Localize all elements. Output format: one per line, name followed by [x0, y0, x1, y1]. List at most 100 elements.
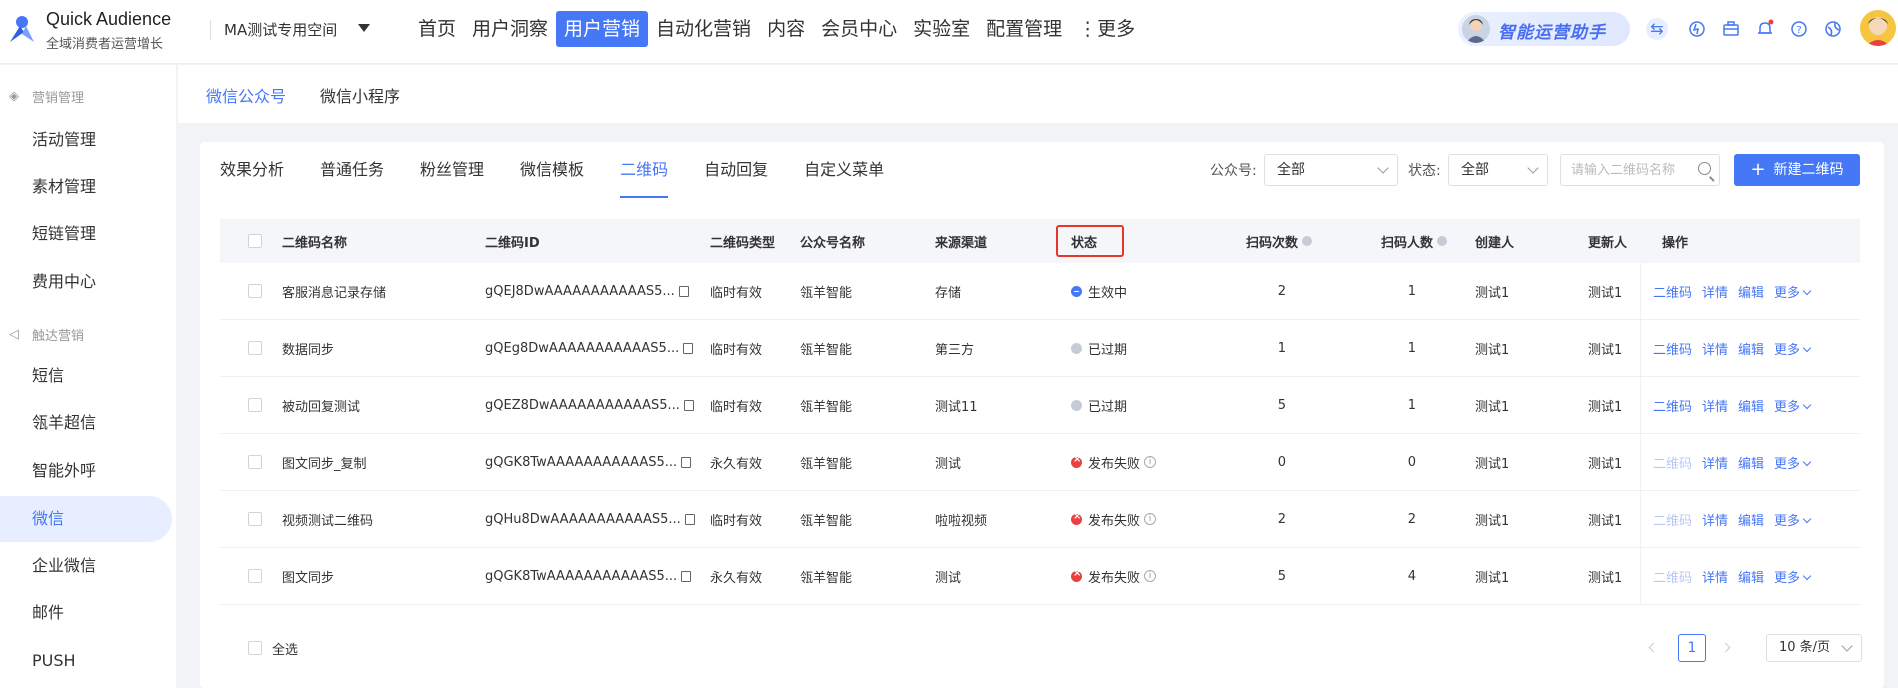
op-qrcode-link[interactable]: 二维码 [1653, 282, 1692, 301]
sidebar-item-email[interactable]: 邮件 [0, 590, 172, 636]
nav-more[interactable]: ⋮更多 [1070, 11, 1143, 47]
nav-content[interactable]: 内容 [759, 11, 813, 47]
tab-fans[interactable]: 粉丝管理 [402, 142, 502, 198]
tab-template[interactable]: 微信模板 [502, 142, 602, 198]
workspace-selector[interactable]: MA测试专用空间 [224, 19, 337, 40]
nav-user-marketing[interactable]: 用户营销 [556, 11, 649, 47]
status-select[interactable]: 全部 [1448, 154, 1548, 186]
op-more-dropdown[interactable]: 更多 [1774, 567, 1810, 586]
nav-home[interactable]: 首页 [410, 11, 464, 47]
sidebar-item-shortlink[interactable]: 短链管理 [0, 211, 172, 257]
help-icon[interactable]: ? [1788, 18, 1810, 40]
op-more-dropdown[interactable]: 更多 [1774, 453, 1810, 472]
row-checkbox[interactable] [248, 398, 262, 412]
sidebar-item-activity[interactable]: 活动管理 [0, 117, 172, 163]
row-checkbox[interactable] [248, 569, 262, 583]
prev-page-icon[interactable] [1648, 642, 1659, 653]
table-row: 图文同步 gQGK8TwAAAAAAAAAAAS5... 永久有效 瓴羊智能 测试 发布失… [220, 548, 1860, 605]
sidebar-item-push[interactable]: PUSH [0, 638, 172, 684]
nav-lab[interactable]: 实验室 [905, 11, 978, 47]
info-circle-icon[interactable]: i [1144, 513, 1157, 525]
op-more-dropdown[interactable]: 更多 [1774, 396, 1810, 415]
op-qrcode-link[interactable]: 二维码 [1653, 567, 1692, 586]
op-edit-link[interactable]: 编辑 [1738, 453, 1764, 472]
op-qrcode-link[interactable]: 二维码 [1653, 396, 1692, 415]
sidebar-item-sms[interactable]: 短信 [0, 353, 172, 399]
tab-auto-reply[interactable]: 自动回复 [686, 142, 786, 198]
quick-audience-logo[interactable] [6, 14, 38, 46]
op-more-dropdown[interactable]: 更多 [1774, 339, 1810, 358]
briefcase-icon[interactable] [1720, 18, 1742, 40]
op-edit-link[interactable]: 编辑 [1738, 510, 1764, 529]
user-avatar[interactable] [1860, 10, 1896, 46]
copy-icon[interactable] [684, 513, 695, 525]
subtab-official-account[interactable]: 微信公众号 [206, 83, 286, 107]
next-page-icon[interactable] [1720, 642, 1731, 653]
op-detail-link[interactable]: 详情 [1702, 339, 1728, 358]
tab-custom-menu[interactable]: 自定义菜单 [786, 142, 902, 198]
page-size-select[interactable]: 10 条/页 [1766, 634, 1862, 662]
caret-down-icon[interactable] [358, 24, 370, 32]
op-edit-link[interactable]: 编辑 [1738, 339, 1764, 358]
row-checkbox[interactable] [248, 341, 262, 355]
op-detail-link[interactable]: 详情 [1702, 567, 1728, 586]
sidebar-item-wecom[interactable]: 企业微信 [0, 543, 172, 589]
account-name: 瓴羊智能 [800, 570, 853, 586]
copy-icon[interactable] [681, 456, 692, 468]
info-circle-icon[interactable]: i [1144, 456, 1157, 468]
info-circle-icon[interactable]: i [1144, 570, 1157, 582]
sidebar-item-supermsg[interactable]: 瓴羊超信 [0, 400, 172, 446]
op-edit-link[interactable]: 编辑 [1738, 396, 1764, 415]
op-qrcode-link[interactable]: 二维码 [1653, 510, 1692, 529]
op-more-dropdown[interactable]: 更多 [1774, 282, 1810, 301]
tab-effect-analysis[interactable]: 效果分析 [220, 142, 302, 198]
op-edit-link[interactable]: 编辑 [1738, 282, 1764, 301]
new-qrcode-button[interactable]: + 新建二维码 [1734, 154, 1860, 186]
op-detail-link[interactable]: 详情 [1702, 282, 1728, 301]
row-checkbox[interactable] [248, 512, 262, 526]
op-detail-link[interactable]: 详情 [1702, 510, 1728, 529]
subtab-mini-program[interactable]: 微信小程序 [320, 83, 400, 107]
table-header: 二维码名称 二维码ID 二维码类型 公众号名称 来源渠道 状态 扫码次数 扫码人… [220, 219, 1860, 263]
info-icon[interactable] [1302, 236, 1313, 246]
tab-qrcode[interactable]: 二维码 [602, 142, 686, 198]
search-input[interactable] [1571, 155, 1691, 185]
row-checkbox[interactable] [248, 455, 262, 469]
sidebar-item-cost[interactable]: 费用中心 [0, 259, 172, 305]
nav-user-insight[interactable]: 用户洞察 [464, 11, 556, 47]
op-edit-link[interactable]: 编辑 [1738, 567, 1764, 586]
qrcode-id: gQGK8TwAAAAAAAAAAAS5... [485, 454, 678, 470]
row-checkbox[interactable] [248, 284, 262, 298]
op-qrcode-link[interactable]: 二维码 [1653, 453, 1692, 472]
copy-icon[interactable] [683, 399, 694, 411]
switch-icon[interactable]: ⇆ [1646, 18, 1668, 40]
ai-assistant-button[interactable]: 智能运营助手 [1458, 12, 1630, 46]
col-id: 二维码ID [485, 235, 540, 251]
select-all-checkbox-header[interactable] [248, 234, 262, 248]
nav-member-center[interactable]: 会员中心 [813, 11, 905, 47]
sidebar-item-outbound-call[interactable]: 智能外呼 [0, 448, 172, 494]
globe-icon[interactable] [1822, 18, 1844, 40]
select-all-checkbox[interactable] [248, 641, 262, 655]
search-icon[interactable] [1698, 162, 1711, 175]
info-icon[interactable] [1437, 236, 1448, 246]
copy-icon[interactable] [678, 285, 689, 297]
sidebar-item-material[interactable]: 素材管理 [0, 164, 172, 210]
status-text: 发布失败 [1088, 570, 1141, 586]
nav-config[interactable]: 配置管理 [978, 11, 1070, 47]
op-qrcode-link[interactable]: 二维码 [1653, 339, 1692, 358]
flash-icon[interactable] [1686, 18, 1708, 40]
nav-automation[interactable]: 自动化营销 [648, 11, 759, 47]
page-1-button[interactable]: 1 [1678, 634, 1706, 662]
op-detail-link[interactable]: 详情 [1702, 396, 1728, 415]
copy-icon[interactable] [681, 570, 692, 582]
op-more-dropdown[interactable]: 更多 [1774, 510, 1810, 529]
status-header-highlight [1056, 225, 1124, 257]
qrcode-name: 视频测试二维码 [282, 513, 374, 529]
op-detail-link[interactable]: 详情 [1702, 453, 1728, 472]
bell-icon[interactable] [1754, 18, 1776, 40]
tab-normal-task[interactable]: 普通任务 [302, 142, 402, 198]
account-select[interactable]: 全部 [1264, 154, 1398, 186]
copy-icon[interactable] [683, 342, 694, 354]
sidebar-item-wechat[interactable]: 微信 [0, 496, 172, 542]
